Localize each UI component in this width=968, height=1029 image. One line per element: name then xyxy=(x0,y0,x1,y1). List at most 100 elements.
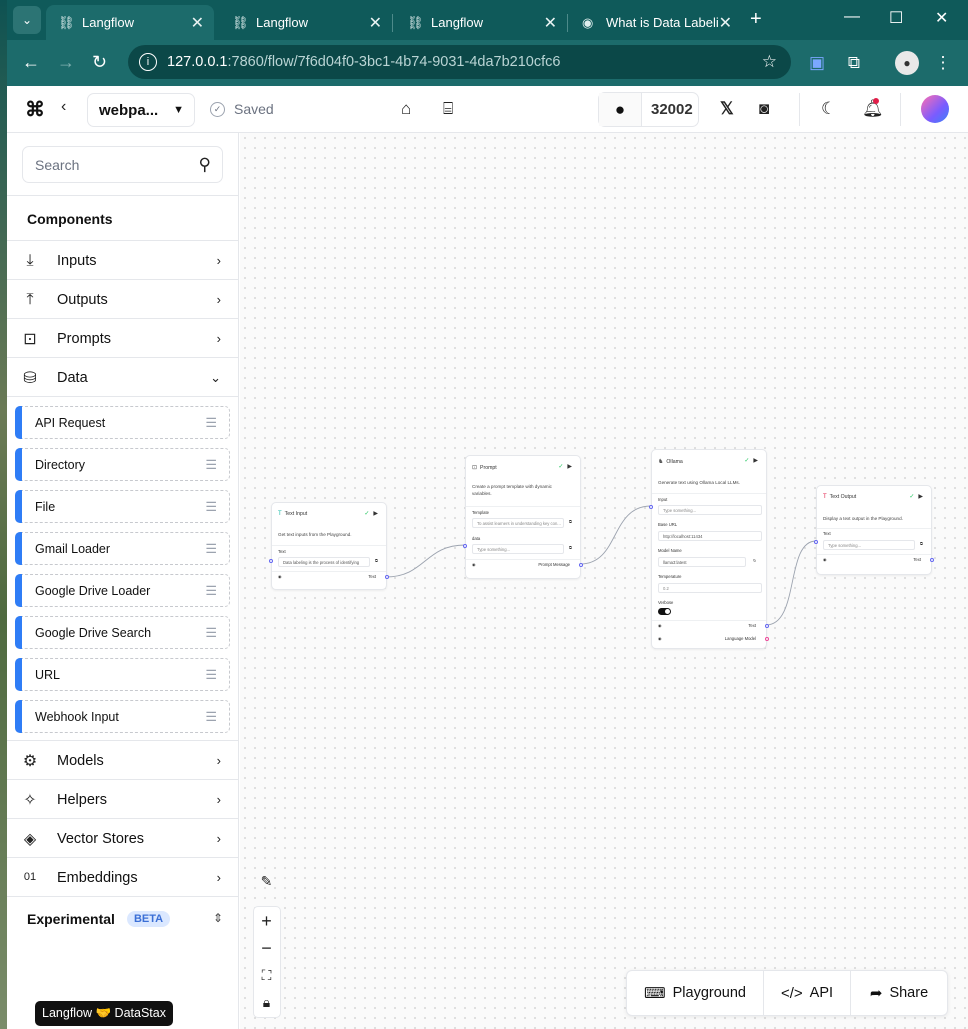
temperature-field[interactable]: 0.2 xyxy=(658,583,762,593)
drag-grip-icon[interactable]: ☰ xyxy=(205,541,217,557)
drag-grip-icon[interactable]: ☰ xyxy=(205,667,217,683)
store-icon[interactable]: ⌸ xyxy=(443,99,453,119)
expand-icon[interactable]: ⧉ xyxy=(920,541,923,546)
model-output-handle[interactable] xyxy=(765,637,769,641)
home-icon[interactable]: ⌂ xyxy=(401,99,411,119)
text-field[interactable]: Data labeling is the process of identify… xyxy=(278,557,370,567)
play-icon[interactable]: ▶ xyxy=(918,494,923,500)
reload-icon[interactable]: ↻ xyxy=(92,52,107,73)
browser-tab-3[interactable]: ⛓ Langflow ✕ xyxy=(395,5,568,40)
input-handle[interactable] xyxy=(463,544,467,548)
langflow-datastax-badge[interactable]: Langflow 🤝 DataStax xyxy=(35,1001,173,1026)
node-ollama[interactable]: ♞ Ollama ✓ ▶ Generate text using Ollama Lo… xyxy=(649,449,769,649)
drag-grip-icon[interactable]: ☰ xyxy=(205,415,217,431)
eye-icon[interactable]: ◉ xyxy=(658,636,662,641)
maximize-window-icon[interactable]: ☐ xyxy=(889,8,903,28)
category-prompts[interactable]: ⊡ Prompts › xyxy=(7,319,238,358)
model-select[interactable]: llama3:latest xyxy=(658,557,746,567)
input-handle[interactable] xyxy=(269,559,273,563)
eye-icon[interactable]: ◉ xyxy=(658,623,662,628)
input-handle[interactable] xyxy=(649,505,653,509)
expand-icon[interactable]: ⧉ xyxy=(569,519,572,524)
close-tab-icon[interactable]: ✕ xyxy=(719,13,732,33)
fit-view-icon[interactable]: ⛶ xyxy=(252,963,281,988)
eye-icon[interactable]: ◉ xyxy=(472,562,476,567)
discord-icon[interactable]: ◙ xyxy=(759,99,769,119)
data-item-google-drive-search[interactable]: Google Drive Search ☰ xyxy=(15,616,230,649)
eye-icon[interactable]: ◉ xyxy=(278,574,282,579)
node-actions[interactable]: ✓ ▶ xyxy=(558,463,572,470)
category-outputs[interactable]: ⤒ Outputs › xyxy=(7,280,238,319)
data-item-directory[interactable]: Directory ☰ xyxy=(15,448,230,481)
back-arrow-icon[interactable]: ← xyxy=(22,52,40,73)
category-vector-stores[interactable]: ◈ Vector Stores › xyxy=(7,819,238,858)
close-tab-icon[interactable]: ✕ xyxy=(191,13,204,33)
drag-grip-icon[interactable]: ☰ xyxy=(205,499,217,515)
eye-icon[interactable]: ◉ xyxy=(823,557,827,562)
category-embeddings[interactable]: 01 Embeddings › xyxy=(7,858,238,897)
play-icon[interactable]: ▶ xyxy=(373,511,378,517)
project-selector[interactable]: webpa... ▼ xyxy=(87,93,195,127)
data-item-gmail-loader[interactable]: Gmail Loader ☰ xyxy=(15,532,230,565)
output-handle[interactable] xyxy=(765,624,769,628)
input-handle[interactable] xyxy=(814,540,818,544)
zoom-in-icon[interactable]: + xyxy=(252,909,281,934)
drag-grip-icon[interactable]: ☰ xyxy=(205,625,217,641)
tab-search-chevron-icon[interactable]: ⌄ xyxy=(13,6,41,34)
back-chevron-icon[interactable]: ‹ xyxy=(61,98,66,116)
category-helpers[interactable]: ✧ Helpers › xyxy=(7,780,238,819)
browser-menu-icon[interactable]: ⋮ xyxy=(931,51,955,75)
data-item-file[interactable]: File ☰ xyxy=(15,490,230,523)
expand-icon[interactable]: ⧉ xyxy=(569,545,572,550)
api-button[interactable]: </> API xyxy=(764,971,851,1015)
verbose-toggle[interactable] xyxy=(658,608,671,615)
node-actions[interactable]: ✓ ▶ xyxy=(909,493,923,500)
output-handle[interactable] xyxy=(385,575,389,579)
address-bar[interactable]: i 127.0.0.1:7860/flow/7f6d04f0-3bc1-4b74… xyxy=(128,45,791,79)
data-item-google-drive-loader[interactable]: Google Drive Loader ☰ xyxy=(15,574,230,607)
minimize-window-icon[interactable]: — xyxy=(844,8,860,26)
text-field[interactable]: Type something... xyxy=(823,540,915,550)
x-twitter-icon[interactable]: 𝕏 xyxy=(720,99,734,119)
drag-grip-icon[interactable]: ☰ xyxy=(205,457,217,473)
github-stars-button[interactable]: ● 32002 xyxy=(598,92,699,127)
data-item-url[interactable]: URL ☰ xyxy=(15,658,230,691)
close-tab-icon[interactable]: ✕ xyxy=(369,13,382,33)
data-item-webhook-input[interactable]: Webhook Input ☰ xyxy=(15,700,230,733)
node-prompt[interactable]: ⊡ Prompt ✓ ▶ Create a prompt template with… xyxy=(463,455,583,579)
refresh-icon[interactable]: ↻ xyxy=(753,558,757,563)
forward-arrow-icon[interactable]: → xyxy=(57,52,75,73)
category-inputs[interactable]: ⤓ Inputs › xyxy=(7,241,238,280)
expand-icon[interactable]: ⧉ xyxy=(375,558,378,563)
play-icon[interactable]: ▶ xyxy=(567,464,572,470)
node-text-input[interactable]: T Text Input ✓ ▶ Get text inputs from the … xyxy=(269,502,389,590)
bookmark-star-icon[interactable]: ☆ xyxy=(762,52,777,72)
edit-note-icon[interactable]: ✎ xyxy=(252,869,281,894)
browser-tab-4[interactable]: ◉ What is Data Labeli ✕ xyxy=(570,5,742,40)
experimental-section[interactable]: Experimental BETA xyxy=(27,911,171,927)
category-models[interactable]: ⚙ Models › xyxy=(7,741,238,780)
output-handle[interactable] xyxy=(930,558,934,562)
node-actions[interactable]: ✓ ▶ xyxy=(364,510,378,517)
site-info-icon[interactable]: i xyxy=(139,53,157,71)
playground-button[interactable]: ⌨ Playground xyxy=(627,971,764,1015)
node-actions[interactable]: ✓ ▶ xyxy=(744,457,758,464)
output-handle[interactable] xyxy=(579,563,583,567)
profile-avatar[interactable]: ● xyxy=(895,51,919,75)
data-field[interactable]: Type something... xyxy=(472,544,564,554)
browser-tab-1[interactable]: ⛓ Langflow ✕ xyxy=(46,5,214,40)
template-field[interactable]: To assist learners in understanding key … xyxy=(472,518,564,528)
zoom-out-icon[interactable]: − xyxy=(252,936,281,961)
play-icon[interactable]: ▶ xyxy=(753,458,758,464)
extension-doc-icon[interactable]: ▣ xyxy=(805,51,829,75)
extensions-puzzle-icon[interactable]: ⧉ xyxy=(842,51,866,75)
close-tab-icon[interactable]: ✕ xyxy=(544,13,557,33)
data-item-api-request[interactable]: API Request ☰ xyxy=(15,406,230,439)
new-tab-plus-icon[interactable]: + xyxy=(750,8,762,31)
drag-grip-icon[interactable]: ☰ xyxy=(205,583,217,599)
search-input[interactable]: Search ⚲ xyxy=(22,146,223,183)
lock-icon[interactable]: 🔒︎ xyxy=(252,990,281,1015)
browser-tab-2[interactable]: ⛓ Langflow ✕ xyxy=(220,5,393,40)
category-data[interactable]: ⛁ Data ⌄ xyxy=(7,358,238,397)
user-avatar[interactable] xyxy=(921,95,949,123)
